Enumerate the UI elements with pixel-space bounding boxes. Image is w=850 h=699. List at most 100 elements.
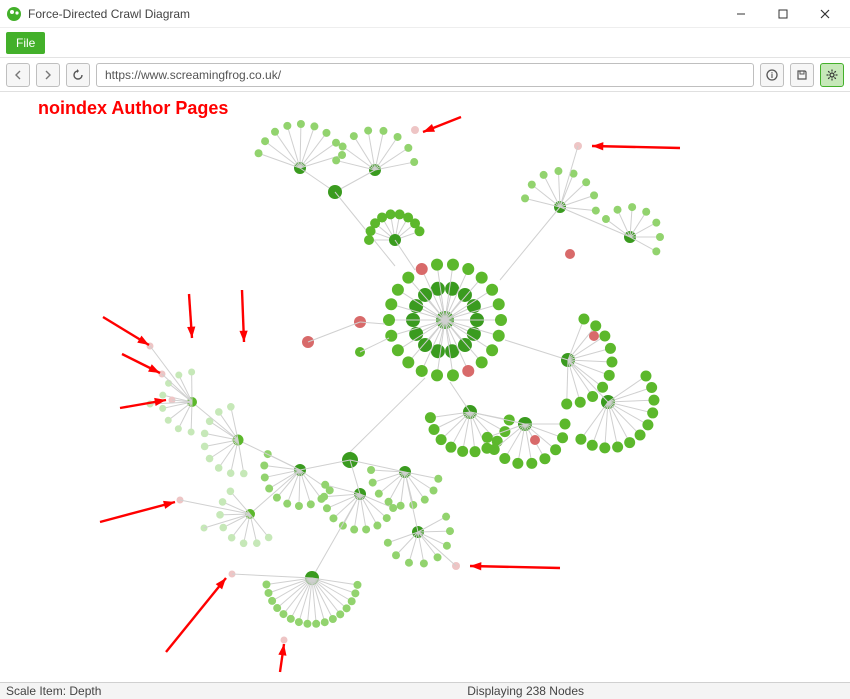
graph-node[interactable] [540,171,548,179]
graph-node[interactable] [385,298,397,310]
forward-button[interactable] [36,63,60,87]
graph-node[interactable] [587,391,598,402]
graph-node[interactable] [219,498,227,506]
graph-node[interactable] [279,610,287,618]
graph-node[interactable] [602,215,610,223]
graph-node[interactable] [642,419,653,430]
graph-node[interactable] [392,344,404,356]
force-directed-graph[interactable] [0,92,850,682]
graph-node[interactable] [312,620,320,628]
graph-node[interactable] [482,432,493,443]
graph-node[interactable] [592,207,600,215]
graph-node[interactable] [175,372,182,379]
graph-node[interactable] [351,589,359,597]
graph-node[interactable] [159,392,166,399]
graph-node[interactable] [614,206,622,214]
graph-node[interactable] [565,249,575,259]
graph-node[interactable] [495,314,507,326]
graph-node[interactable] [287,615,295,623]
graph-node[interactable] [262,580,270,588]
graph-node[interactable] [560,419,571,430]
save-button[interactable] [790,63,814,87]
graph-node[interactable] [499,453,510,464]
graph-node[interactable] [561,398,572,409]
info-button[interactable]: i [760,63,784,87]
graph-node[interactable] [369,479,377,487]
graph-node[interactable] [597,382,608,393]
graph-node[interactable] [219,524,227,532]
graph-node[interactable] [429,424,440,435]
graph-node[interactable] [375,490,383,498]
graph-node[interactable] [557,432,568,443]
graph-node[interactable] [420,559,428,567]
graph-node[interactable] [343,604,351,612]
graph-node[interactable] [442,513,450,521]
graph-node[interactable] [575,397,586,408]
graph-node[interactable] [470,446,481,457]
graph-node[interactable] [462,263,474,275]
graph-node[interactable] [260,462,268,470]
graph-node[interactable] [336,610,344,618]
graph-node[interactable] [395,209,405,219]
graph-node[interactable] [493,330,505,342]
graph-node[interactable] [404,144,412,152]
graph-node[interactable] [175,425,182,432]
graph-node[interactable] [240,540,248,548]
graph-node[interactable] [430,486,438,494]
graph-node[interactable] [350,132,358,140]
graph-node[interactable] [436,434,447,445]
graph-node[interactable] [550,444,561,455]
graph-node[interactable] [321,481,329,489]
graph-node[interactable] [457,446,468,457]
graph-node[interactable] [397,502,405,510]
graph-node[interactable] [405,559,413,567]
graph-node[interactable] [539,453,550,464]
graph-node[interactable] [283,500,291,508]
maximize-button[interactable] [762,0,804,28]
graph-node[interactable] [165,417,172,424]
graph-node[interactable] [350,526,358,534]
graph-node[interactable] [295,502,303,510]
graph-node[interactable] [402,356,414,368]
graph-node[interactable] [599,330,610,341]
graph-node[interactable] [445,442,456,453]
graph-node[interactable] [215,464,223,472]
graph-node[interactable] [411,126,419,134]
graph-node[interactable] [261,137,269,145]
graph-node[interactable] [310,122,318,130]
graph-node[interactable] [216,511,224,519]
graph-node[interactable] [409,501,417,509]
graph-node[interactable] [297,120,305,128]
graph-node[interactable] [486,284,498,296]
graph-node[interactable] [434,553,442,561]
graph-node[interactable] [416,365,428,377]
graph-node[interactable] [364,235,374,245]
graph-node[interactable] [255,149,263,157]
graph-node[interactable] [329,615,337,623]
graph-node[interactable] [446,527,454,535]
graph-node[interactable] [320,493,328,501]
graph-node[interactable] [385,498,393,506]
graph-node[interactable] [443,542,451,550]
graph-node[interactable] [362,525,370,533]
graph-node[interactable] [447,259,459,271]
graph-node[interactable] [253,539,261,547]
graph-node[interactable] [159,405,166,412]
graph-node[interactable] [228,534,236,542]
graph-node[interactable] [458,338,472,352]
graph-node[interactable] [386,209,396,219]
graph-node[interactable] [329,514,337,522]
graph-node[interactable] [384,539,392,547]
graph-node[interactable] [273,494,281,502]
back-button[interactable] [6,63,30,87]
graph-node[interactable] [261,473,269,481]
file-menu[interactable]: File [6,32,45,54]
graph-node[interactable] [367,466,375,474]
graph-node[interactable] [530,435,540,445]
graph-node[interactable] [227,403,235,411]
graph-node[interactable] [332,156,340,164]
graph-node[interactable] [431,369,443,381]
graph-node[interactable] [434,475,442,483]
graph-node[interactable] [590,191,598,199]
graph-node[interactable] [414,226,424,236]
